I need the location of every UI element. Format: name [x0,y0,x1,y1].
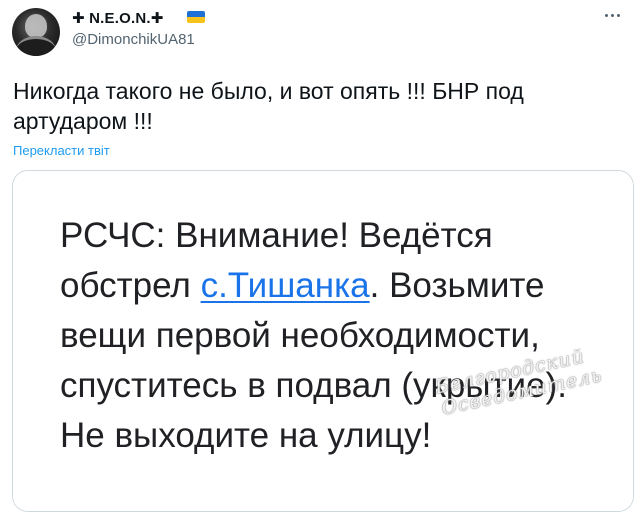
translate-tweet-link[interactable]: Перекласти твіт [13,143,110,158]
tweet: ✚ N.E.O.N.✚ @DimonchikUA81 Никогда таког… [0,0,643,512]
avatar-shoulders-shape [16,36,56,56]
more-horizontal-icon[interactable] [600,5,624,25]
author-handle[interactable]: @DimonchikUA81 [72,31,195,48]
alert-location-link: с.Тишанка [200,266,370,305]
flag-ukraine-icon [187,11,205,23]
avatar[interactable] [12,8,60,56]
media-card[interactable]: РСЧС: Внимание! Ведётся обстрел с.Тишанка… [12,170,634,512]
avatar-head-shape [25,14,47,38]
author-display-name[interactable]: ✚ N.E.O.N.✚ [72,9,164,27]
alert-message: РСЧС: Внимание! Ведётся обстрел с.Тишанка… [60,211,620,461]
tweet-text: Никогда такого не было, и вот опять !!! … [13,78,524,134]
alert-screenshot-image: РСЧС: Внимание! Ведётся обстрел с.Тишанка… [13,171,633,511]
